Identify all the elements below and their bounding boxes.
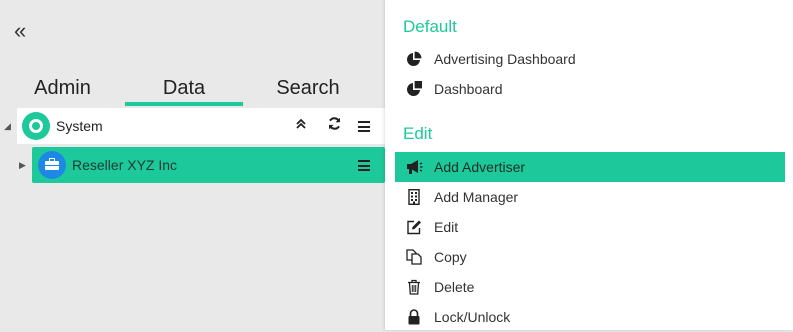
menu-item-label: Add Advertiser: [434, 159, 526, 175]
building-icon: [406, 188, 422, 206]
briefcase-icon: [38, 151, 66, 179]
menu-icon[interactable]: [354, 155, 374, 175]
collapse-panel-icon[interactable]: «: [14, 20, 36, 44]
tab-data-label: Data: [162, 77, 206, 99]
menu-item-advertising-dashboard[interactable]: Advertising Dashboard: [395, 44, 785, 74]
tree-node-label: System: [56, 118, 103, 134]
tab-admin[interactable]: Admin: [0, 72, 125, 106]
menu-item-label: Delete: [434, 279, 475, 295]
section-title-edit: Edit: [403, 124, 433, 143]
menu-item-label: Add Manager: [434, 189, 519, 205]
pie-chart-icon: [406, 51, 422, 67]
trash-icon: [406, 279, 422, 295]
tree-node-system[interactable]: ◢ System: [0, 108, 385, 146]
lock-icon: [406, 309, 422, 325]
collapse-caret-icon[interactable]: ◢: [4, 121, 11, 132]
copy-icon: [406, 249, 422, 265]
menu-item-label: Edit: [434, 219, 459, 235]
collapse-all-icon[interactable]: [291, 116, 311, 136]
menu-item-add-manager[interactable]: Add Manager: [395, 182, 785, 212]
menu-item-edit[interactable]: Edit: [395, 212, 785, 242]
tab-bar: Admin Data Search: [0, 72, 385, 106]
target-icon: [22, 112, 50, 140]
section-title-default: Default: [403, 17, 457, 36]
menu-item-delete[interactable]: Delete: [395, 272, 785, 302]
menu-item-label: Lock/Unlock: [434, 309, 511, 325]
tab-search[interactable]: Search: [243, 72, 373, 106]
expand-caret-icon[interactable]: ▶: [19, 160, 26, 171]
menu-item-label: Dashboard: [434, 81, 503, 97]
left-panel: « Admin Data Search ◢ System ▶ Reseller …: [0, 0, 385, 330]
menu-item-lock-unlock[interactable]: Lock/Unlock: [395, 302, 785, 332]
menu-item-copy[interactable]: Copy: [395, 242, 785, 272]
pencil-square-icon: [406, 219, 422, 235]
tree-node-reseller[interactable]: ▶ Reseller XYZ Inc: [0, 147, 385, 185]
menu-item-dashboard[interactable]: Dashboard: [395, 74, 785, 104]
context-menu: Default Advertising Dashboard Dashboard …: [385, 0, 793, 330]
megaphone-icon: [406, 159, 423, 175]
menu-item-label: Copy: [434, 249, 467, 265]
menu-item-add-advertiser[interactable]: Add Advertiser: [395, 152, 785, 182]
pie-chart-icon: [406, 75, 428, 97]
menu-icon[interactable]: [354, 116, 374, 136]
tree-node-label: Reseller XYZ Inc: [72, 157, 178, 173]
tab-data[interactable]: Data: [125, 72, 243, 106]
active-tab-indicator: [125, 102, 243, 106]
menu-item-label: Advertising Dashboard: [434, 51, 576, 67]
refresh-icon[interactable]: [324, 116, 344, 136]
